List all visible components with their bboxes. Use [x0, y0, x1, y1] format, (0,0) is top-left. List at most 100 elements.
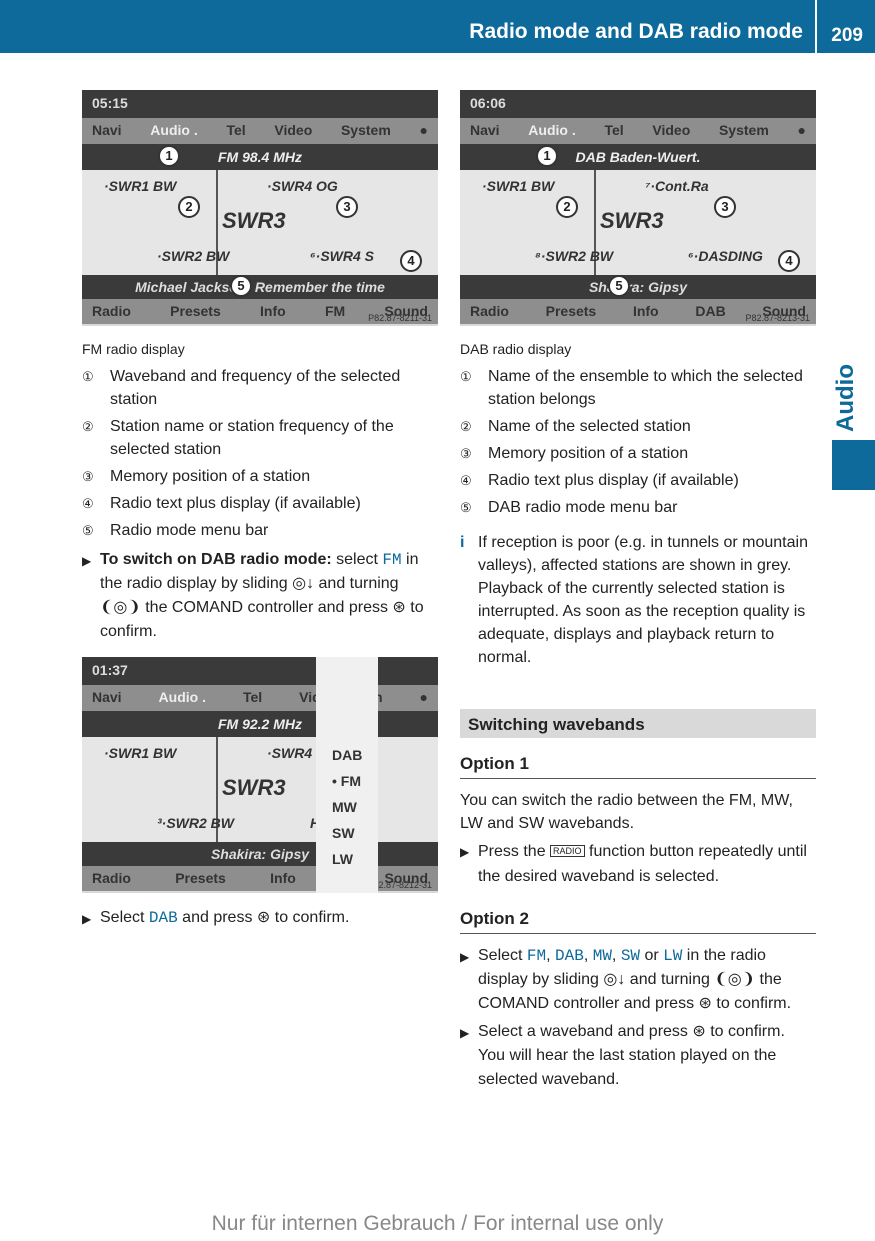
menu-bar-item: Info: [260, 303, 286, 319]
current-station: SWR3: [222, 208, 286, 233]
callout-number: ③: [460, 446, 472, 461]
preset-station: ·SWR2 BW: [157, 248, 230, 264]
legend-item: ② Station name or station frequency of th…: [82, 415, 438, 461]
figure-caption: FM radio display: [82, 341, 185, 357]
current-station: SWR3: [600, 208, 664, 233]
preset-station: ·SWR1 BW: [482, 178, 555, 194]
callout-number: ④: [82, 496, 94, 511]
legend-text: Memory position of a station: [488, 445, 689, 462]
settings-dot-icon: ●: [797, 122, 806, 138]
legend-text: Name of the ensemble to which the select…: [488, 368, 803, 408]
option-heading: Option 1: [460, 752, 816, 779]
side-tab-marker: [832, 440, 875, 490]
preset-station: ⁸·SWR2 BW: [535, 248, 614, 264]
preset-station: ·SWR1 BW: [104, 178, 177, 194]
step-text: select: [331, 551, 383, 568]
softkey-dab: DAB: [148, 909, 178, 927]
preset-station: ·SWR1 BW: [104, 745, 177, 761]
legend-text: DAB radio mode menu bar: [488, 499, 678, 516]
callout-number: ⑤: [82, 523, 94, 538]
callout-number: ⑤: [460, 500, 472, 515]
legend-text: Radio text plus display (if available): [110, 495, 361, 512]
legend-item: ① Name of the ensemble to which the selec…: [460, 365, 816, 411]
text: Select a waveband and press ⊛ to confirm…: [478, 1023, 785, 1088]
waveband-dropdown: DAB • FM MW SW LW: [316, 657, 378, 893]
footer-watermark: Nur für internen Gebrauch / For internal…: [211, 1212, 664, 1235]
radio-text: Michael Jackson: Remember the time: [82, 275, 438, 299]
nav-item: Video: [652, 122, 691, 138]
text: ,: [546, 947, 556, 964]
text: DAB: [555, 947, 584, 965]
nav-item: Audio .: [150, 122, 198, 138]
preset-station: ⁶·DASDING: [688, 248, 763, 264]
info-icon: i: [460, 534, 465, 551]
menu-bar-item: Radio: [470, 303, 509, 319]
text: or: [640, 947, 664, 964]
clock: 06:06: [470, 95, 506, 111]
menu-bar-item: Presets: [545, 303, 597, 319]
nav-item: System: [718, 122, 769, 138]
callout-number: ②: [460, 419, 472, 434]
preset-station: ⁷·Cont.Ra: [645, 178, 709, 194]
waveband-option: DAB: [332, 747, 363, 763]
nav-item: Tel: [226, 122, 246, 138]
menu-bar-item: Info: [270, 870, 296, 886]
waveband-menu-image: 01:37 NaviAudio .TelVideon● FM 92.2 MHz …: [82, 657, 438, 893]
step-text: Select: [100, 909, 149, 926]
screen-part: Navi Audio . Tel Video System ●: [460, 118, 816, 144]
nav-item: Audio .: [158, 689, 206, 705]
softkey-fm: FM: [382, 551, 402, 569]
callout-number: ③: [82, 469, 94, 484]
legend-text: Station name or station frequency of the…: [110, 418, 394, 458]
nav-item: Video: [274, 122, 313, 138]
info-note: i If reception is poor (e.g. in tunnels o…: [460, 531, 816, 669]
page-header: Radio mode and DAB radio mode 209: [0, 0, 875, 53]
menu-bar-item: Presets: [170, 303, 221, 319]
legend-item: ⑤ DAB radio mode menu bar: [460, 496, 816, 519]
nav-item: System: [340, 122, 391, 138]
radio-button-icon: RADIO: [550, 845, 585, 857]
image-code: P82.87-8211-31: [368, 313, 432, 323]
screen-part: Navi Audio . Tel Video System ●: [82, 118, 438, 144]
instruction-step: ▶ To switch on DAB radio mode: select FM …: [82, 551, 424, 640]
screen-part: 06:06: [460, 90, 816, 118]
screen-part: 05:15: [82, 90, 438, 118]
page-number: 209: [831, 25, 863, 46]
preset-station: ⁶·SWR4 S: [310, 248, 375, 264]
text: MW: [592, 947, 612, 965]
info-text: If reception is poor (e.g. in tunnels or…: [478, 534, 808, 666]
legend-text: Radio text plus display (if available): [488, 472, 739, 489]
legend-item: ④ Radio text plus display (if available): [460, 469, 816, 492]
image-code: P82.87-8213-31: [745, 313, 810, 323]
settings-dot-icon: ●: [419, 689, 428, 705]
nav-item: Tel: [604, 122, 624, 138]
text: ,: [611, 947, 621, 964]
legend-text: Memory position of a station: [110, 468, 311, 485]
settings-dot-icon: ●: [419, 122, 428, 138]
screen-part: ·SWR1 BW ⁷·Cont.Ra SWR3 ⁸·SWR2 BW ⁶·DASD…: [460, 170, 816, 275]
callout-number: ②: [82, 419, 94, 434]
clock: 01:37: [92, 662, 128, 678]
menu-bar-item: Info: [632, 303, 659, 319]
current-station: SWR3: [222, 775, 286, 800]
waveband-option: MW: [332, 799, 357, 815]
callout-number: ④: [460, 473, 472, 488]
text: SW: [620, 947, 641, 965]
menu-bar-item: Presets: [175, 870, 226, 886]
instruction-step: ▶ Select DAB and press ⊛ to confirm.: [82, 909, 350, 927]
callout-marker: 3: [336, 196, 358, 218]
preset-station: ·SWR4 OG: [267, 178, 338, 194]
fm-radio-display-image: 05:15 Navi Audio . Tel Video System ● FM 98.4…: [82, 90, 438, 326]
nav-item: Navi: [470, 122, 500, 138]
legend-text: Radio mode menu bar: [110, 522, 269, 539]
legend-text: Name of the selected station: [488, 418, 691, 435]
callout-marker: 4: [400, 250, 422, 272]
callout-marker: 1: [158, 145, 180, 167]
instruction-step: ▶ Select FM, DAB, MW, SW or LW in the rad…: [460, 947, 792, 1012]
legend-item: ① Waveband and frequency of the selected …: [82, 365, 438, 411]
legend-item: ② Name of the selected station: [460, 415, 816, 438]
waveband-option: • FM: [332, 773, 362, 789]
preset-station: ·SWR4: [267, 745, 313, 761]
menu-bar-item: FM: [324, 303, 346, 319]
section-heading: Switching wavebands: [460, 709, 816, 738]
